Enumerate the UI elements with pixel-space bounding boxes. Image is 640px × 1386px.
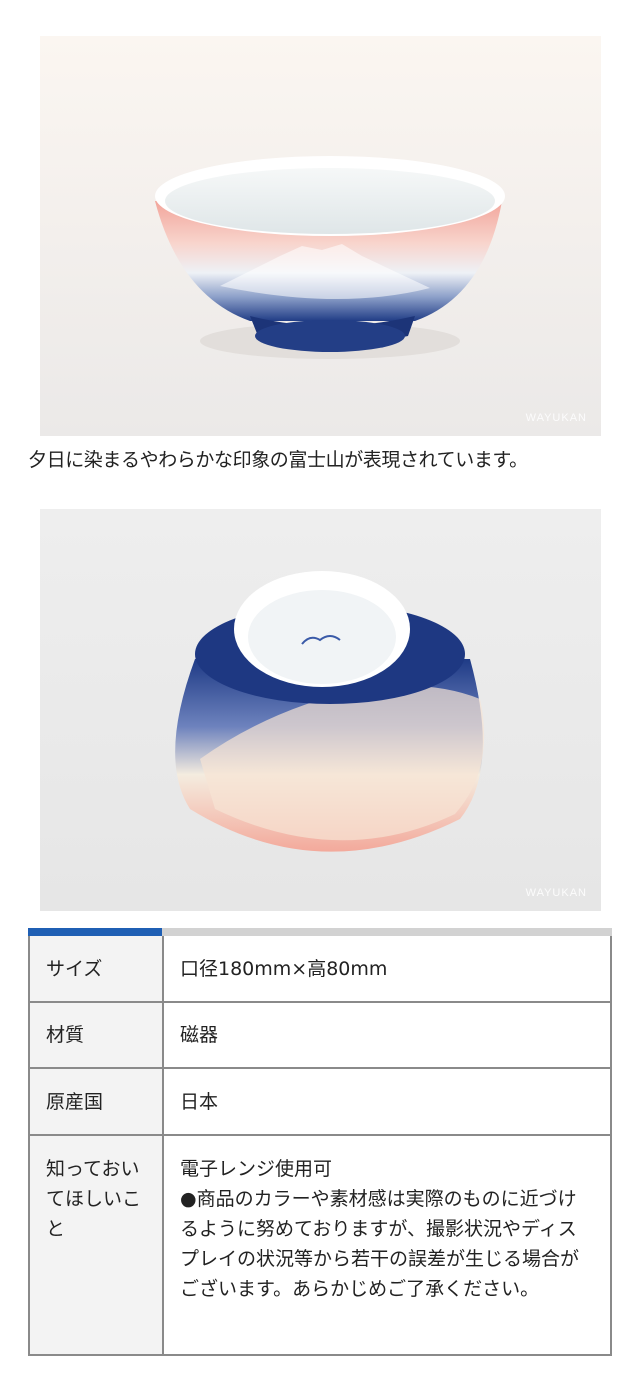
spec-label-size: サイズ bbox=[28, 936, 164, 1003]
spec-table: サイズ 口径180mm×高80mm 材質 磁器 原産国 日本 知っておいてほしい… bbox=[28, 936, 612, 1356]
table-row: サイズ 口径180mm×高80mm bbox=[28, 936, 612, 1003]
table-row: 原産国 日本 bbox=[28, 1067, 612, 1136]
spec-header-bar bbox=[162, 928, 612, 936]
spec-header-accent bbox=[28, 928, 162, 936]
note-microwave: 電子レンジ使用可 bbox=[180, 1158, 333, 1180]
spec-value-origin: 日本 bbox=[162, 1067, 612, 1136]
product-detail-page: WAYUKAN 夕日に染まるやわらかな印象の富士山が表現されています。 WAYU… bbox=[0, 0, 640, 1386]
bowl-bottom-photo: WAYUKAN bbox=[40, 509, 601, 911]
photo-watermark: WAYUKAN bbox=[525, 412, 587, 424]
spec-label-material: 材質 bbox=[28, 1001, 164, 1069]
spec-table-header-bar bbox=[28, 928, 612, 936]
spec-label-notes: 知っておいてほしいこと bbox=[28, 1134, 164, 1356]
spec-value-notes: 電子レンジ使用可 ●商品のカラーや素材感は実際のものに近づけるように努めておりま… bbox=[162, 1134, 612, 1356]
spec-value-size: 口径180mm×高80mm bbox=[162, 936, 612, 1003]
spec-value-material: 磁器 bbox=[162, 1001, 612, 1069]
note-color-disclaimer: ●商品のカラーや素材感は実際のものに近づけるように努めておりますが、撮影状況やデ… bbox=[180, 1188, 580, 1300]
spec-label-origin: 原産国 bbox=[28, 1067, 164, 1136]
spec-table-section: サイズ 口径180mm×高80mm 材質 磁器 原産国 日本 知っておいてほしい… bbox=[28, 928, 612, 1356]
table-row: 材質 磁器 bbox=[28, 1001, 612, 1069]
photo-watermark: WAYUKAN bbox=[525, 887, 587, 899]
table-row: 知っておいてほしいこと 電子レンジ使用可 ●商品のカラーや素材感は実際のものに近… bbox=[28, 1134, 612, 1356]
bowl-side-photo: WAYUKAN bbox=[40, 36, 601, 436]
photo-caption: 夕日に染まるやわらかな印象の富士山が表現されています。 bbox=[28, 449, 528, 471]
